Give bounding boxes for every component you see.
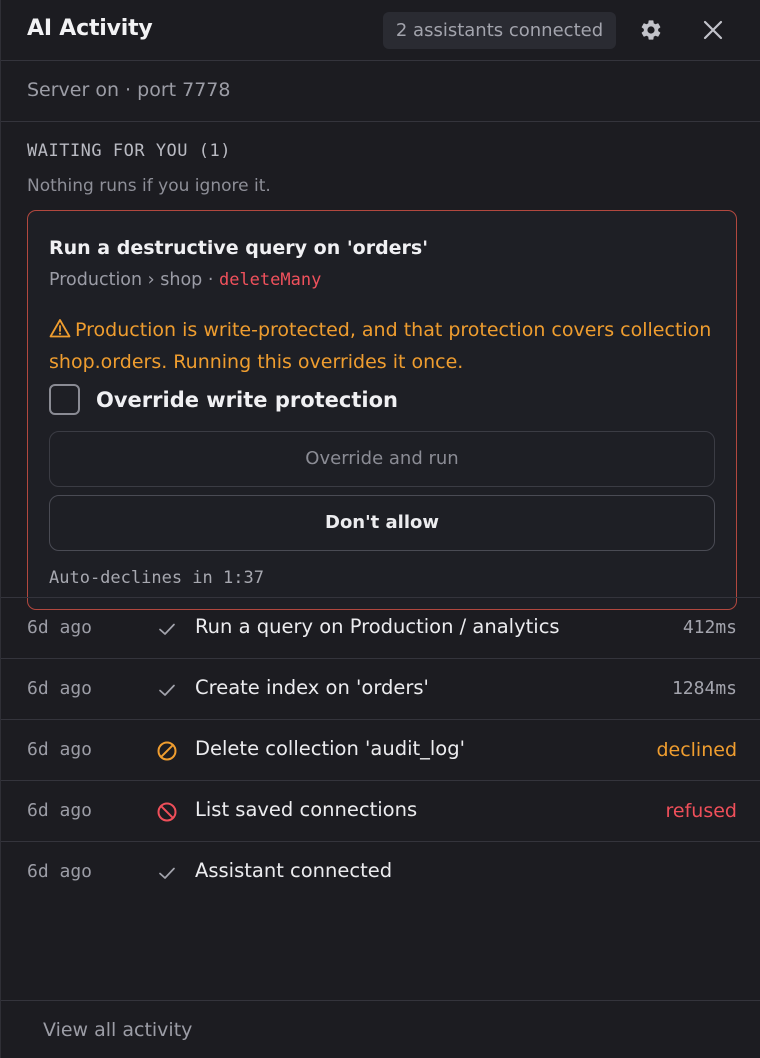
activity-label: Run a query on Production / analytics xyxy=(195,615,560,638)
activity-time: 6d ago xyxy=(27,739,93,760)
panel-footer: View all activity xyxy=(1,1000,760,1058)
check-icon xyxy=(155,861,179,885)
request-title: Run a destructive query on 'orders' xyxy=(49,237,429,259)
request-path: Production › shop · deleteMany xyxy=(49,270,321,290)
activity-status-declined: declined xyxy=(656,739,737,761)
refused-icon xyxy=(155,800,179,824)
waiting-section-title: WAITING FOR YOU (1) xyxy=(27,141,231,161)
assistants-connected-badge: 2 assistants connected xyxy=(383,12,616,49)
override-checkbox-label: Override write protection xyxy=(96,387,398,412)
close-button[interactable] xyxy=(697,14,729,46)
activity-label: Delete collection 'audit_log' xyxy=(195,737,465,760)
view-all-activity-link[interactable]: View all activity xyxy=(43,1019,192,1041)
override-checkbox[interactable] xyxy=(49,384,80,415)
activity-row[interactable]: 6d ago List saved connections refused xyxy=(1,780,760,841)
activity-row[interactable]: 6d ago Run a query on Production / analy… xyxy=(1,597,760,658)
dont-allow-button[interactable]: Don't allow xyxy=(49,495,715,551)
check-icon xyxy=(155,617,179,641)
check-icon xyxy=(155,678,179,702)
server-status: Server on · port 7778 xyxy=(27,79,231,101)
activity-time: 6d ago xyxy=(27,617,93,638)
warning-text: Production is write-protected, and that … xyxy=(49,319,712,373)
activity-time: 6d ago xyxy=(27,800,93,821)
pending-request-card: Run a destructive query on 'orders' Prod… xyxy=(27,210,737,610)
override-checkbox-row[interactable]: Override write protection xyxy=(49,384,398,415)
activity-duration: 412ms xyxy=(682,617,737,638)
activity-row[interactable]: 6d ago Create index on 'orders' 1284ms xyxy=(1,658,760,719)
declined-icon xyxy=(155,739,179,763)
settings-button[interactable] xyxy=(635,14,667,46)
panel-title: AI Activity xyxy=(27,16,153,41)
activity-status-refused: refused xyxy=(665,800,737,822)
activity-label: Create index on 'orders' xyxy=(195,676,429,699)
panel-header: AI Activity 2 assistants connected xyxy=(1,0,760,61)
request-location: Production › shop · xyxy=(49,270,214,290)
gear-icon xyxy=(641,20,661,40)
override-and-run-button[interactable]: Override and run xyxy=(49,431,715,487)
activity-list: 6d ago Run a query on Production / analy… xyxy=(1,597,760,902)
auto-decline-timer: Auto-declines in 1:37 xyxy=(49,568,264,588)
close-icon xyxy=(703,20,723,40)
waiting-section-subtitle: Nothing runs if you ignore it. xyxy=(27,176,271,196)
request-operation: deleteMany xyxy=(218,270,322,290)
warning-icon xyxy=(49,317,71,347)
activity-row[interactable]: 6d ago Delete collection 'audit_log' dec… xyxy=(1,719,760,780)
write-protection-warning: Production is write-protected, and that … xyxy=(49,315,719,377)
activity-label: List saved connections xyxy=(195,798,418,821)
activity-time: 6d ago xyxy=(27,861,93,882)
activity-duration: 1284ms xyxy=(671,678,737,699)
activity-time: 6d ago xyxy=(27,678,93,699)
ai-activity-panel: AI Activity 2 assistants connected Serve… xyxy=(0,0,760,1058)
activity-row[interactable]: 6d ago Assistant connected xyxy=(1,841,760,902)
activity-label: Assistant connected xyxy=(195,859,393,882)
server-status-bar: Server on · port 7778 xyxy=(1,62,760,122)
